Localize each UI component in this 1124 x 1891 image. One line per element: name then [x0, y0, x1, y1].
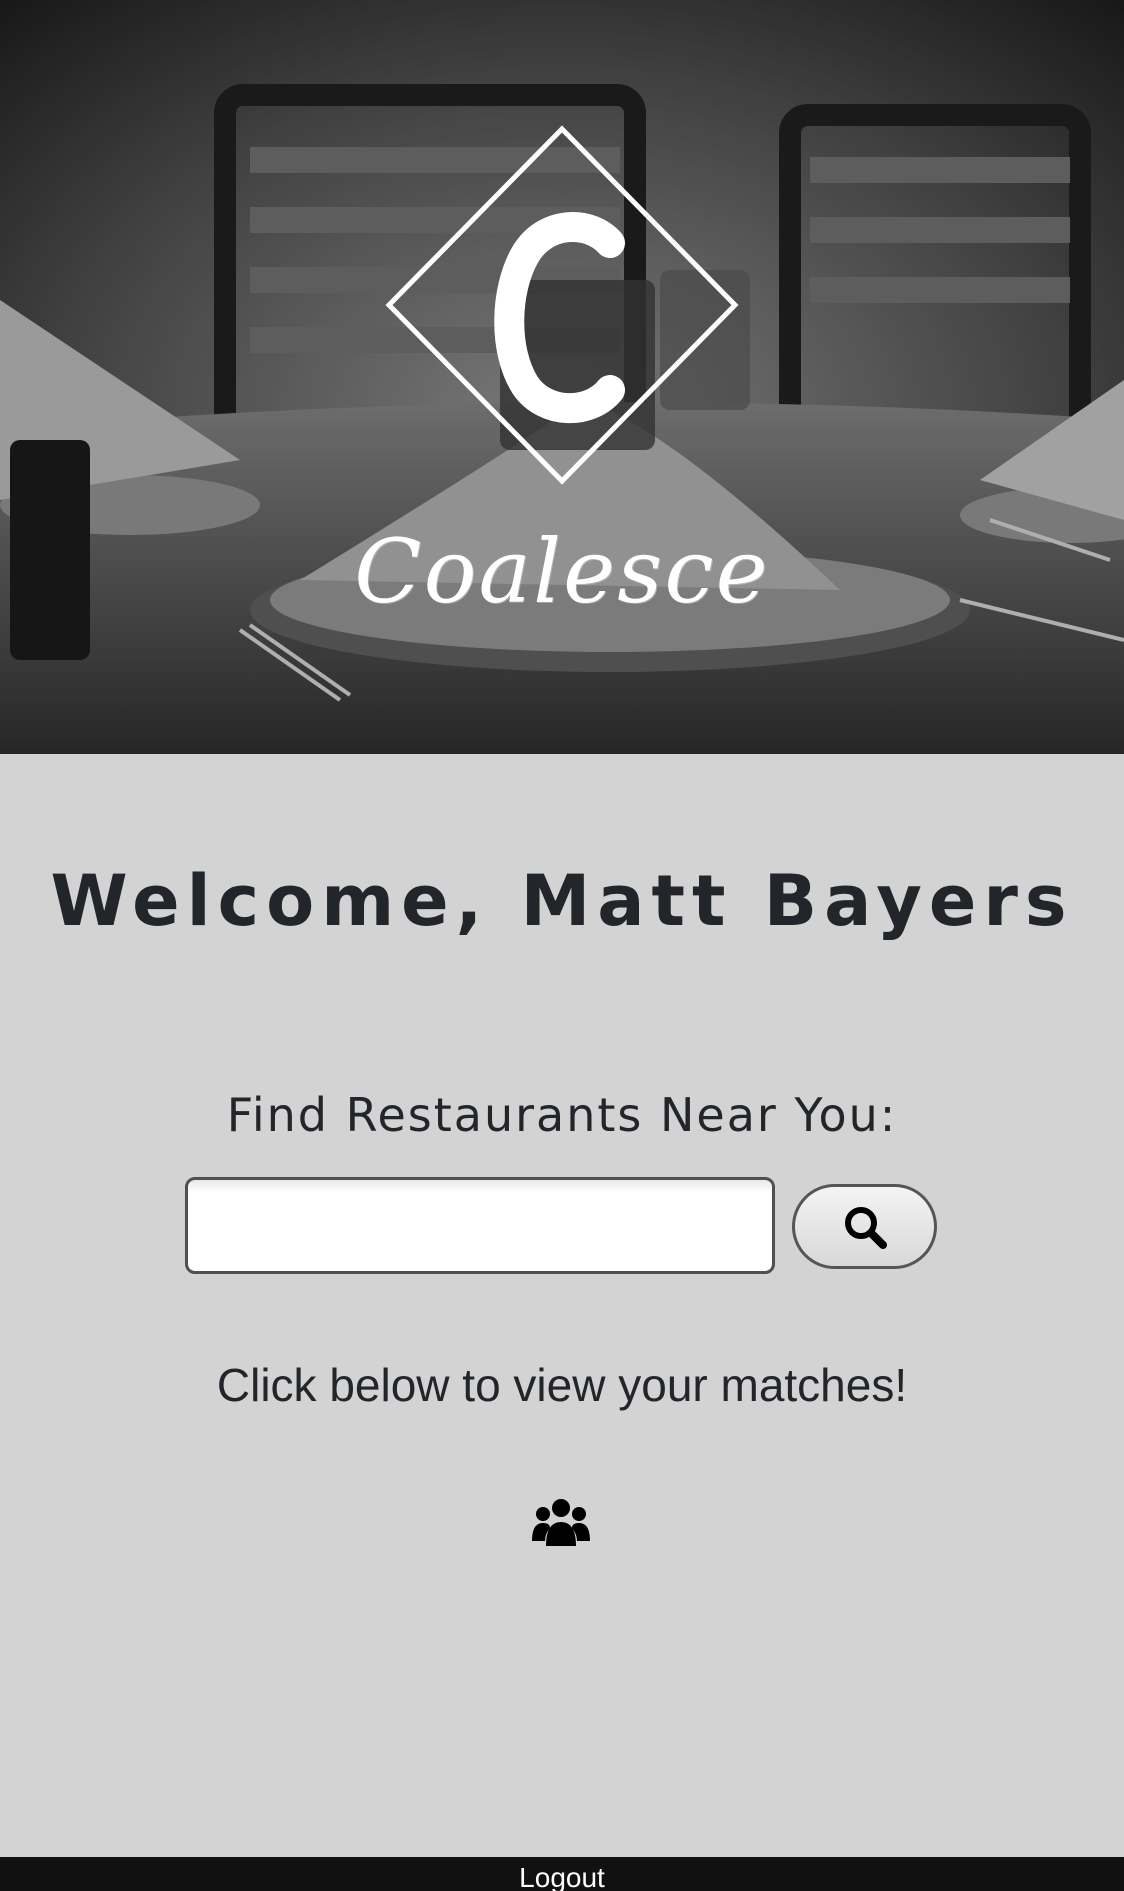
- search-button[interactable]: [792, 1184, 937, 1269]
- hero-banner: Coalesce: [0, 0, 1124, 754]
- footer-bar: Logout: [0, 1857, 1124, 1891]
- view-matches-link[interactable]: [532, 1496, 590, 1554]
- find-restaurants-label: Find Restaurants Near You:: [226, 1088, 898, 1142]
- matches-prompt: Click below to view your matches!: [216, 1359, 908, 1411]
- users-icon: [532, 1499, 590, 1546]
- restaurant-search-input[interactable]: [185, 1177, 775, 1274]
- brand-name: Coalesce: [354, 520, 770, 623]
- brand-logo-mark: [385, 125, 739, 485]
- logout-link[interactable]: Logout: [0, 1861, 1124, 1891]
- welcome-heading: Welcome, Matt Bayers: [50, 860, 1074, 942]
- search-icon: [844, 1206, 887, 1249]
